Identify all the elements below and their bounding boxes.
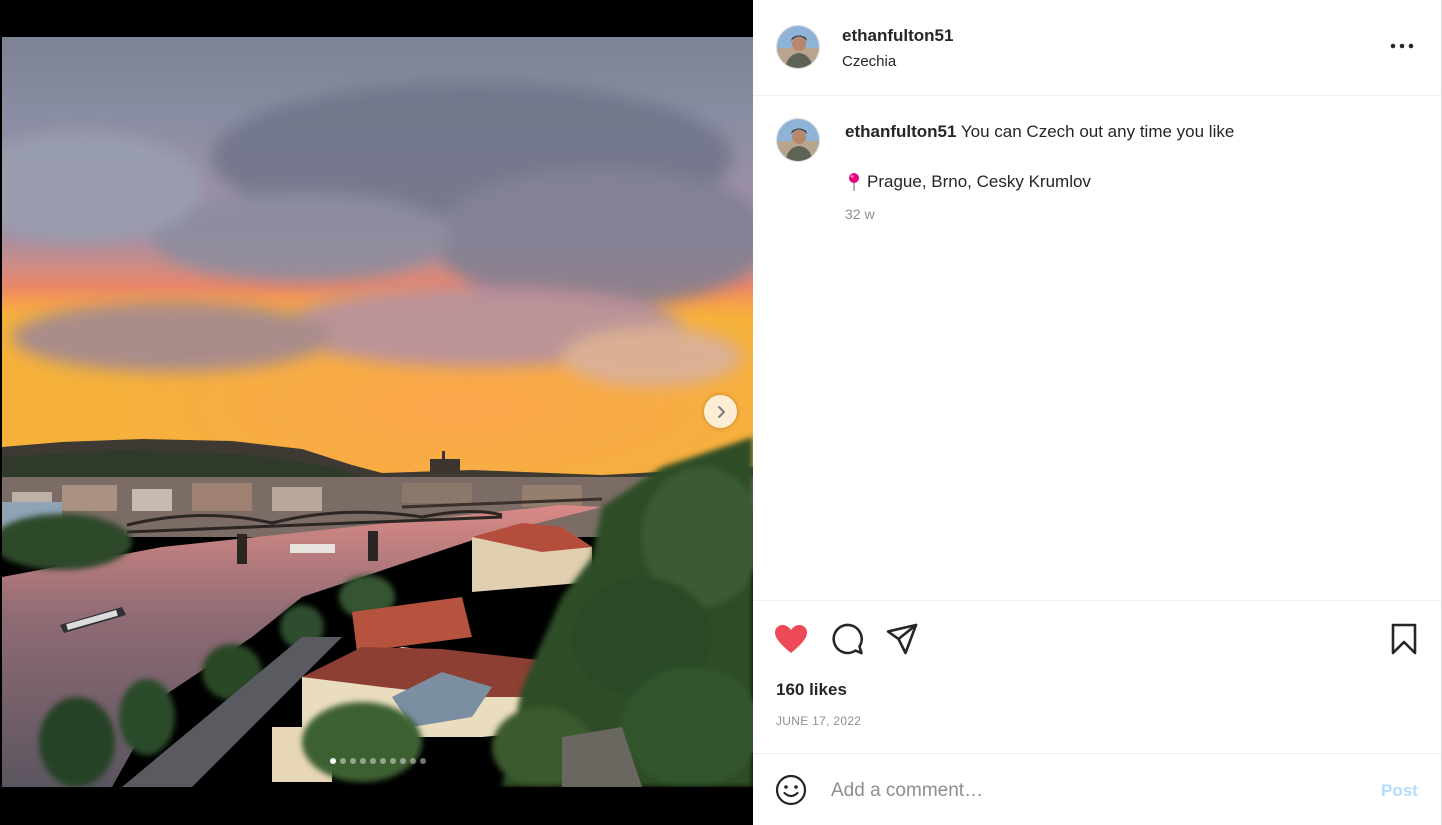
carousel-dot bbox=[419, 758, 426, 764]
post-comment-button[interactable]: Post bbox=[1381, 781, 1418, 801]
post-date: JUNE 17, 2022 bbox=[776, 714, 862, 728]
carousel-dot bbox=[339, 758, 346, 764]
comment-button[interactable] bbox=[829, 621, 865, 657]
carousel-dot bbox=[349, 758, 356, 764]
chevron-right-icon bbox=[717, 405, 725, 418]
post-details-panel: ethanfulton51 Czechia ethanfulton51 You … bbox=[753, 0, 1442, 825]
avatar[interactable] bbox=[776, 25, 820, 69]
comment-input[interactable] bbox=[831, 776, 1351, 806]
paper-plane-icon bbox=[886, 623, 918, 655]
caption-text: You can Czech out any time you like bbox=[960, 122, 1235, 141]
comment-bubble-icon bbox=[832, 623, 863, 655]
caption-username[interactable]: ethanfulton51 bbox=[845, 122, 956, 141]
avatar-image bbox=[777, 26, 819, 68]
carousel-indicator bbox=[0, 758, 753, 764]
round-pushpin-icon bbox=[849, 173, 859, 191]
post-author-username[interactable]: ethanfulton51 bbox=[842, 26, 953, 46]
share-button[interactable] bbox=[884, 621, 920, 657]
like-button[interactable] bbox=[773, 621, 809, 657]
caption-places: Prague, Brno, Cesky Krumlov bbox=[845, 172, 1091, 192]
carousel-dot bbox=[379, 758, 386, 764]
post-location[interactable]: Czechia bbox=[842, 53, 896, 70]
post-photo bbox=[2, 37, 753, 787]
post-timestamp[interactable]: 32 w bbox=[845, 206, 875, 222]
bookmark-icon bbox=[1391, 623, 1417, 655]
comment-bar: Post bbox=[753, 753, 1441, 825]
next-slide-button[interactable] bbox=[704, 395, 737, 428]
carousel-dot bbox=[389, 758, 396, 764]
more-options-icon bbox=[1390, 43, 1414, 49]
post-header: ethanfulton51 Czechia bbox=[753, 0, 1441, 96]
caption-places-text: Prague, Brno, Cesky Krumlov bbox=[867, 172, 1091, 191]
post-media bbox=[0, 0, 753, 825]
emoji-button[interactable] bbox=[774, 773, 808, 807]
carousel-dot bbox=[409, 758, 416, 764]
more-options-button[interactable] bbox=[1389, 34, 1415, 58]
carousel-dot bbox=[399, 758, 406, 764]
carousel-dot bbox=[369, 758, 376, 764]
smiley-face-icon bbox=[775, 774, 807, 806]
caption-avatar[interactable] bbox=[776, 118, 820, 162]
action-bar bbox=[753, 600, 1441, 675]
save-button[interactable] bbox=[1386, 621, 1422, 657]
likes-count[interactable]: 160 likes bbox=[776, 680, 847, 700]
avatar-image bbox=[777, 119, 819, 161]
caption-text-line: ethanfulton51 You can Czech out any time… bbox=[845, 122, 1234, 142]
heart-filled-icon bbox=[775, 625, 807, 653]
carousel-dot-active bbox=[329, 758, 336, 764]
carousel-dot bbox=[359, 758, 366, 764]
